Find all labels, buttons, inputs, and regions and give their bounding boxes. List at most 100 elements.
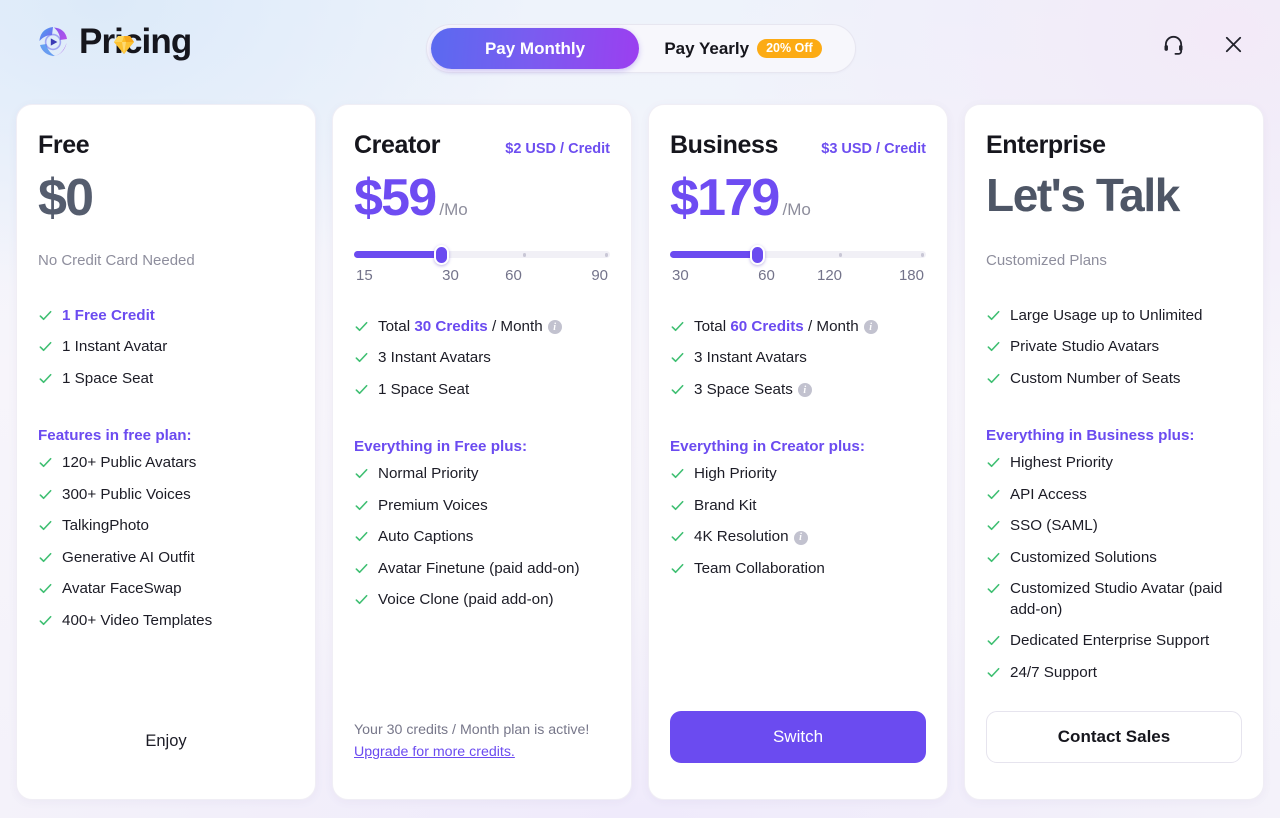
check-icon [39,615,52,625]
page-header: Pricing Pay Monthly Pay Yearly 20% Off [0,0,1280,96]
plan-feature-row: Normal Priority [354,459,610,491]
check-icon [987,373,1000,383]
plan-feature-label: Team Collaboration [694,559,825,577]
plan-feature-label: Customized Solutions [1010,548,1157,566]
plan-feature-row: Customized Solutions [986,542,1242,574]
contact-sales-button[interactable]: Contact Sales [986,711,1242,763]
check-icon [671,563,684,573]
billing-period-toggle[interactable]: Pay Monthly Pay Yearly 20% Off [426,24,856,73]
slider-tick-labels: 15 30 60 90 [354,267,610,284]
toggle-pay-monthly-label: Pay Monthly [484,38,586,58]
flex-spacer [38,637,294,732]
switch-button[interactable]: Switch [670,711,926,763]
plan-feature-row: API Access [986,479,1242,511]
slider-tick-label: 60 [758,267,775,284]
flex-spacer [986,689,1242,711]
check-icon [987,341,1000,352]
plan-highlight-row: 1 Space Seat [354,374,610,406]
plan-feature-row: Premium Voices [354,490,610,522]
toggle-pay-yearly[interactable]: Pay Yearly 20% Off [639,28,855,69]
slider-track[interactable] [670,245,926,265]
plan-highlight-label: 1 Space Seat [378,380,470,398]
slider-thumb[interactable] [434,245,450,265]
check-icon [39,584,52,594]
check-icon [987,489,1000,499]
plan-feature-label: Auto Captions [378,528,474,546]
slider-tick-label: 180 [898,267,924,284]
plan-feature-label: 300+ Public Voices [62,485,191,503]
plan-feature-row: Dedicated Enterprise Support [986,626,1242,658]
check-icon [355,469,368,479]
plan-highlight-row: Private Studio Avatars [986,332,1242,364]
plan-feature-label: Avatar Finetune (paid add-on) [378,559,580,577]
toggle-pay-monthly[interactable]: Pay Monthly [431,28,639,69]
plan-name: Creator [354,131,441,159]
credits-slider[interactable]: 30 60 120 180 [670,245,926,297]
plan-highlight-label: 1 Free Credit [62,306,155,324]
plan-highlights: Total 60 Credits / Month i 3 Instant Avata… [670,311,926,406]
plan-highlight-row: Custom Number of Seats [986,363,1242,395]
plan-highlight-label: Total 30 Credits / Month i [378,317,562,338]
pricing-card-creator: Creator $2 USD / Credit $59/Mo 15 30 60 90 Tota… [332,104,632,800]
info-icon[interactable]: i [547,320,562,335]
slider-tick-dot [920,253,925,257]
info-icon[interactable]: i [797,383,812,398]
plan-active-note: Your 30 credits / Month plan is active! … [354,719,610,779]
slider-track[interactable] [354,245,610,265]
plan-name: Business [670,131,778,159]
plan-header: Enterprise [986,131,1242,161]
pricing-card-business: Business $3 USD / Credit $179/Mo 30 60 120 180… [648,104,948,800]
check-icon [355,352,368,363]
upgrade-link[interactable]: Upgrade for more credits. [354,744,515,760]
info-icon[interactable]: i [793,530,808,545]
brand: Pricing [36,22,192,62]
plan-price: $0 [38,169,94,227]
plan-price-row: Let's Talk [986,172,1242,230]
plan-feature-list: High Priority Brand Kit 4K Resolution i Team… [670,459,926,585]
plan-price: $59 [354,169,437,227]
check-icon [39,341,52,352]
plan-feature-label: SSO (SAML) [1010,517,1098,535]
plan-highlight-row: 1 Space Seat [38,363,294,395]
check-icon [987,667,1000,677]
slider-tick-label: 90 [591,267,608,284]
plan-header: Creator $2 USD / Credit [354,131,610,161]
plan-highlight-row: Large Usage up to Unlimited [986,300,1242,332]
plan-feature-row: TalkingPhoto [38,511,294,543]
plan-section-title: Everything in Creator plus: [670,437,865,455]
check-icon [355,563,368,573]
plan-active-note-text: Your 30 credits / Month plan is active! [354,722,590,738]
check-icon [39,373,52,383]
slider-tick-label: 15 [356,267,373,284]
plan-price-row: $179/Mo [670,172,926,230]
slider-tick-label: 60 [505,267,522,284]
plan-highlight-row: Total 30 Credits / Month i [354,311,610,343]
slider-thumb[interactable] [750,245,766,265]
plan-section-title: Everything in Business plus: [986,426,1195,444]
header-actions [1156,27,1250,61]
close-icon[interactable] [1216,27,1250,61]
plan-feature-label: Customized Studio Avatar (paid add-on) [1010,580,1223,618]
plan-feature-row: 120+ Public Avatars [38,448,294,480]
check-icon [39,310,52,320]
plan-subnote: No Credit Card Needed [38,252,195,269]
plan-price: Let's Talk [986,169,1180,221]
slider-fill [354,251,442,258]
plan-highlight-label: Private Studio Avatars [1010,338,1160,356]
flex-spacer [670,585,926,711]
plan-feature-label: Avatar FaceSwap [62,580,182,598]
plan-feature-row: Team Collaboration [670,553,926,585]
plan-highlights: Large Usage up to Unlimited Private Studi… [986,300,1242,395]
plan-credit-rate: $3 USD / Credit [821,141,926,157]
plan-credit-rate: $2 USD / Credit [505,141,610,157]
check-icon [355,595,368,605]
plan-feature-row: 24/7 Support [986,657,1242,689]
plan-highlight-label: 3 Space Seats i [694,380,812,401]
plan-feature-row: High Priority [670,459,926,491]
check-icon [39,489,52,499]
info-icon[interactable]: i [863,320,878,335]
list-gap [670,406,926,438]
credits-slider[interactable]: 15 30 60 90 [354,245,610,297]
plan-highlight-row: 1 Free Credit [38,300,294,332]
headset-icon[interactable] [1156,27,1190,61]
